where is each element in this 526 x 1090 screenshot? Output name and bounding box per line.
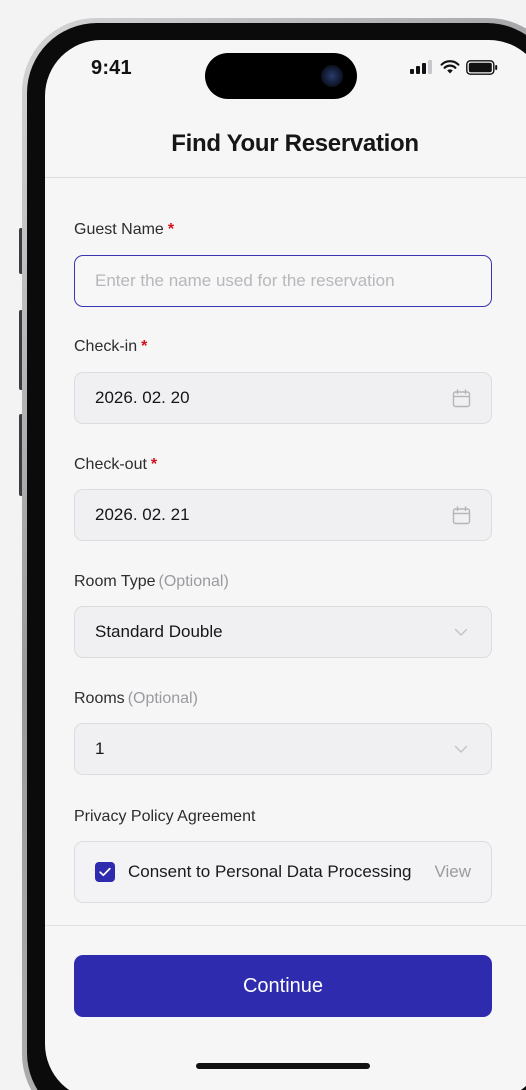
rooms-label: Rooms (Optional) bbox=[74, 690, 198, 708]
page-title: Find Your Reservation bbox=[171, 129, 419, 157]
consent-checkbox[interactable] bbox=[95, 862, 115, 882]
guest-name-input[interactable] bbox=[95, 271, 471, 291]
check-in-value: 2026. 02. 20 bbox=[95, 388, 190, 407]
consent-label: Consent to Personal Data Processing bbox=[128, 862, 412, 881]
chevron-down-icon bbox=[451, 622, 471, 642]
privacy-label: Privacy Policy Agreement bbox=[74, 808, 256, 825]
device-mockup: 9:41 Find Your Reservation Guest Name * … bbox=[0, 0, 526, 1090]
signal-icon bbox=[410, 60, 432, 74]
wifi-icon bbox=[440, 60, 460, 74]
check-in-label-text: Check-in bbox=[74, 338, 138, 355]
footer-divider bbox=[45, 925, 526, 926]
check-icon bbox=[99, 867, 111, 877]
view-policy-link[interactable]: View bbox=[434, 862, 471, 882]
check-out-label-text: Check-out bbox=[74, 456, 147, 473]
phone-screen: 9:41 Find Your Reservation Guest Name * … bbox=[45, 40, 526, 1090]
room-type-label: Room Type (Optional) bbox=[74, 573, 229, 591]
calendar-icon[interactable] bbox=[451, 505, 471, 525]
home-indicator bbox=[196, 1063, 370, 1069]
room-type-label-text: Room Type bbox=[74, 573, 156, 590]
check-in-label: Check-in * bbox=[74, 338, 147, 356]
rooms-label-text: Rooms bbox=[74, 690, 125, 707]
rooms-select[interactable]: 1 bbox=[74, 723, 492, 775]
room-type-select[interactable]: Standard Double bbox=[74, 606, 492, 658]
required-mark: * bbox=[167, 221, 175, 238]
dynamic-island bbox=[205, 53, 357, 99]
calendar-icon[interactable] bbox=[451, 388, 471, 408]
page-header: Find Your Reservation bbox=[45, 110, 526, 178]
continue-button[interactable]: Continue bbox=[74, 955, 492, 1017]
check-out-field[interactable]: 2026. 02. 21 bbox=[74, 489, 492, 541]
guest-name-label-text: Guest Name bbox=[74, 221, 164, 238]
chevron-down-icon bbox=[451, 739, 471, 759]
camera-icon bbox=[321, 65, 343, 87]
optional-text: (Optional) bbox=[127, 690, 198, 707]
required-mark: * bbox=[141, 338, 148, 355]
check-in-field[interactable]: 2026. 02. 20 bbox=[74, 372, 492, 424]
guest-name-label: Guest Name * bbox=[74, 221, 174, 239]
guest-name-field[interactable] bbox=[74, 255, 492, 307]
status-time: 9:41 bbox=[91, 57, 132, 79]
check-out-value: 2026. 02. 21 bbox=[95, 505, 190, 524]
optional-text: (Optional) bbox=[158, 573, 229, 590]
rooms-value: 1 bbox=[95, 739, 105, 758]
consent-row: Consent to Personal Data Processing View bbox=[74, 841, 492, 903]
required-mark: * bbox=[150, 456, 158, 473]
room-type-value: Standard Double bbox=[95, 622, 223, 641]
check-out-label: Check-out * bbox=[74, 456, 157, 474]
battery-icon bbox=[466, 60, 498, 75]
